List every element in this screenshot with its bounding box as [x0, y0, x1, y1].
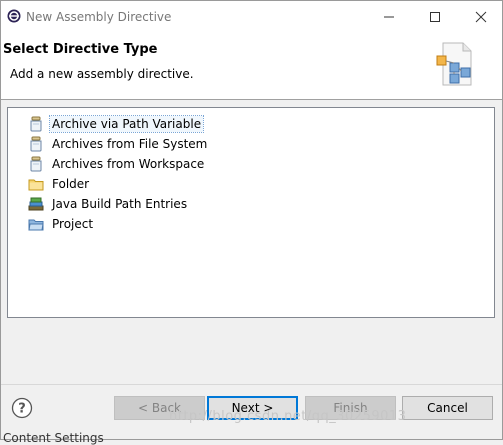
tree-item-archives-from-workspace[interactable]: Archives from Workspace	[28, 155, 206, 173]
tree-item-label: Archives from Workspace	[52, 157, 205, 171]
eclipse-icon	[7, 9, 21, 23]
maximize-button[interactable]	[412, 1, 458, 32]
jar-icon	[30, 116, 42, 132]
project-folder-icon	[28, 219, 44, 231]
background-content-settings-label: Content Settings	[3, 431, 104, 445]
close-icon	[475, 11, 487, 23]
jar-icon	[30, 136, 42, 152]
window-title: New Assembly Directive	[26, 10, 172, 24]
folder-icon	[28, 179, 44, 191]
directive-type-tree[interactable]: Archive via Path Variable Archives from …	[7, 107, 495, 318]
library-icon	[28, 197, 44, 211]
tree-item-label: Folder	[52, 177, 90, 191]
title-bar[interactable]: New Assembly Directive	[1, 1, 502, 32]
tree-item-archives-from-file-system[interactable]: Archives from File System	[28, 135, 209, 153]
tree-item-label: Project	[52, 217, 94, 231]
tree-item-project[interactable]: Project	[28, 215, 95, 233]
svg-text:?: ?	[18, 402, 26, 417]
tree-item-label: Java Build Path Entries	[52, 197, 188, 211]
tree-item-folder[interactable]: Folder	[28, 175, 91, 193]
tree-item-java-build-path-entries[interactable]: Java Build Path Entries	[28, 195, 189, 213]
minimize-button[interactable]	[366, 1, 412, 32]
minimize-icon	[384, 16, 394, 18]
close-button[interactable]	[458, 1, 502, 32]
tree-item-archive-via-path-variable[interactable]: Archive via Path Variable	[28, 115, 205, 133]
wizard-banner: Select Directive Type Add a new assembly…	[1, 32, 502, 100]
maximize-icon	[430, 12, 440, 22]
tree-item-label: Archives from File System	[52, 137, 208, 151]
tree-item-label: Archive via Path Variable	[48, 115, 205, 133]
wizard-banner-icon	[436, 42, 472, 86]
page-description: Add a new assembly directive.	[10, 67, 194, 81]
page-title: Select Directive Type	[3, 42, 158, 57]
watermark-text: http://blog.csdn.net/qq_30259013	[169, 409, 407, 424]
dialog-window: New Assembly Directive Select Directive …	[0, 0, 503, 440]
jar-icon	[30, 156, 42, 172]
cancel-button[interactable]: Cancel	[402, 396, 493, 420]
help-icon[interactable]: ?	[11, 397, 33, 419]
button-bar-separator	[1, 384, 502, 385]
